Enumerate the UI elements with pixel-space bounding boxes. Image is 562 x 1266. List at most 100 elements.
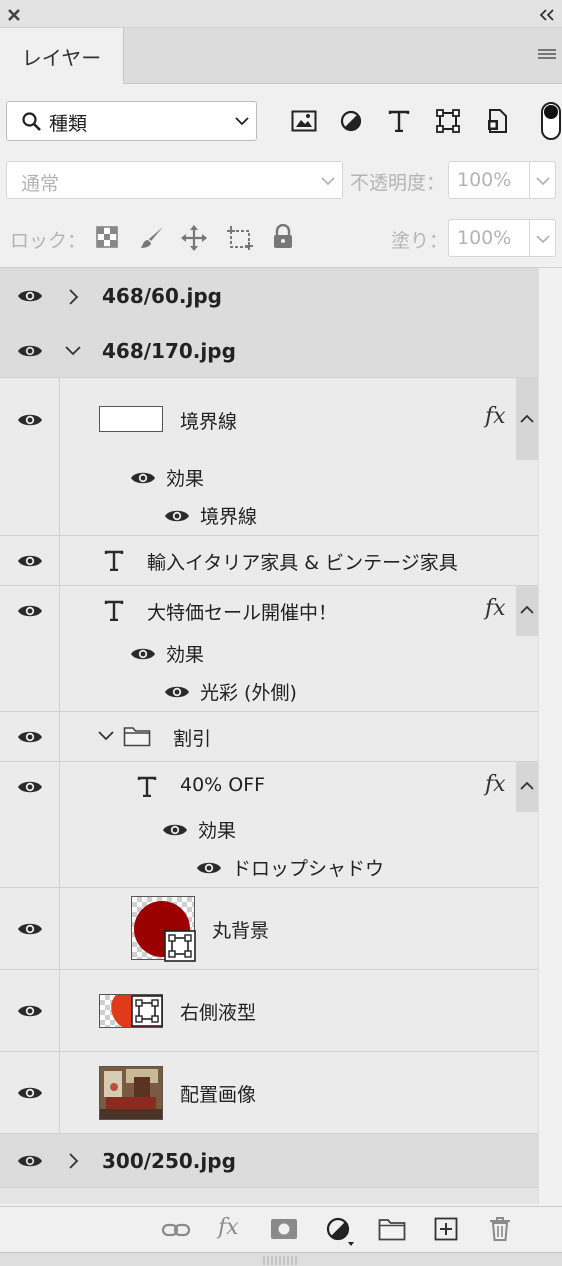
layer-name: 300/250.jpg	[102, 1149, 236, 1173]
filter-toggle-switch[interactable]	[541, 102, 561, 140]
divider	[529, 220, 530, 256]
chevron-down-icon[interactable]	[536, 234, 550, 244]
layer-row[interactable]: 40% OFF fx 効果 ドロップシャドウ	[0, 762, 538, 888]
visibility-column	[0, 378, 60, 535]
add-mask-icon[interactable]	[270, 1218, 298, 1240]
effects-toggle[interactable]	[516, 378, 538, 460]
eye-icon[interactable]	[17, 1003, 43, 1019]
blend-mode-select[interactable]: 通常	[6, 161, 343, 199]
collapse-icon[interactable]	[538, 8, 556, 22]
pixel-layer-filter-icon[interactable]	[291, 110, 317, 132]
layer-row[interactable]: 丸背景	[0, 888, 538, 970]
eye-icon[interactable]	[17, 1085, 43, 1101]
close-icon[interactable]	[7, 8, 21, 22]
layer-folder-row[interactable]: 割引	[0, 712, 538, 762]
eye-icon[interactable]	[196, 860, 222, 876]
lock-label: ロック：	[10, 230, 87, 252]
layer-name: 丸背景	[212, 920, 270, 942]
effects-label: 効果	[166, 644, 205, 666]
chevron-right-icon[interactable]	[67, 288, 79, 306]
eye-icon[interactable]	[17, 729, 43, 745]
eye-icon[interactable]	[17, 412, 43, 428]
effect-name: ドロップシャドウ	[232, 858, 385, 880]
chevron-up-icon	[520, 605, 534, 614]
eye-icon[interactable]	[17, 553, 43, 569]
layer-name: 40% OFF	[180, 774, 266, 796]
effects-toggle[interactable]	[516, 586, 538, 636]
bottom-toolbar: fx	[0, 1206, 562, 1252]
fill-value: 100%	[457, 227, 512, 249]
chevron-down-icon	[235, 117, 249, 126]
layer-group-row[interactable]: 468/170.jpg	[0, 323, 538, 378]
eye-icon[interactable]	[17, 921, 43, 937]
eye-icon[interactable]	[17, 288, 43, 304]
layer-name: 468/60.jpg	[102, 284, 222, 308]
chevron-down-icon[interactable]	[97, 730, 115, 742]
lock-artboard-icon[interactable]	[226, 225, 254, 251]
layer-row[interactable]: 配置画像	[0, 1052, 538, 1134]
eye-icon[interactable]	[17, 603, 43, 619]
list-footer-space	[0, 1188, 538, 1204]
chevron-down-icon[interactable]	[536, 176, 550, 186]
eye-icon[interactable]	[164, 508, 190, 524]
furniture-photo	[100, 1067, 162, 1119]
shape-layer-filter-icon[interactable]	[436, 109, 460, 133]
opacity-label: 不透明度：	[350, 172, 446, 194]
chevron-down-icon[interactable]	[64, 345, 82, 357]
eye-icon[interactable]	[162, 822, 188, 838]
chevron-right-icon[interactable]	[67, 1152, 79, 1170]
layer-row[interactable]: 大特価セール開催中！ fx 効果 光彩 (外側)	[0, 586, 538, 712]
filter-kind-select[interactable]: 種類	[6, 101, 257, 141]
layer-group-row[interactable]: 468/60.jpg	[0, 268, 538, 323]
resize-grip[interactable]	[0, 1252, 562, 1266]
layer-name: 輸入イタリア家具 & ビンテージ家具	[147, 552, 458, 574]
scrollbar[interactable]	[538, 268, 562, 1204]
fill-label: 塗り：	[391, 230, 449, 252]
new-layer-icon[interactable]	[434, 1217, 458, 1241]
link-layers-icon[interactable]	[161, 1220, 191, 1240]
eye-icon[interactable]	[17, 779, 43, 795]
delete-layer-icon[interactable]	[489, 1216, 511, 1242]
layer-name: 割引	[173, 728, 212, 750]
eye-icon[interactable]	[17, 1153, 43, 1169]
type-layer-icon	[137, 776, 157, 797]
panel-menu-icon[interactable]	[537, 48, 557, 62]
layer-row[interactable]: 右側液型	[0, 970, 538, 1052]
layer-name: 大特価セール開催中！	[147, 602, 338, 624]
opacity-field[interactable]: 100%	[448, 161, 556, 199]
tab-bar: レイヤー	[0, 28, 562, 84]
layer-group-row[interactable]: 300/250.jpg	[0, 1134, 538, 1188]
effect-name: 境界線	[200, 506, 258, 528]
blend-mode-value: 通常	[21, 173, 60, 195]
adjustment-layer-filter-icon[interactable]	[340, 110, 362, 132]
smart-object-filter-icon[interactable]	[486, 108, 508, 134]
lock-transparent-pixels-icon[interactable]	[96, 226, 118, 248]
type-layer-filter-icon[interactable]	[388, 110, 410, 132]
fx-icon: fx	[485, 404, 506, 429]
eye-icon[interactable]	[130, 470, 156, 486]
eye-icon[interactable]	[130, 646, 156, 662]
tab-layers[interactable]: レイヤー	[0, 28, 124, 84]
image-thumbnail	[99, 1066, 163, 1120]
lock-all-icon[interactable]	[272, 224, 294, 250]
effects-label: 効果	[198, 820, 237, 842]
layer-name: 右側液型	[180, 1002, 257, 1024]
chevron-down-icon	[321, 177, 335, 186]
layer-row[interactable]: 輸入イタリア家具 & ビンテージ家具	[0, 536, 538, 586]
effects-label: 効果	[166, 468, 205, 490]
add-layer-style-icon[interactable]: fx	[218, 1215, 239, 1240]
lock-position-icon[interactable]	[180, 224, 208, 252]
vector-shape-icon	[164, 930, 196, 962]
lock-image-pixels-icon[interactable]	[139, 225, 165, 251]
new-group-icon[interactable]	[378, 1217, 406, 1241]
fill-field[interactable]: 100%	[448, 219, 556, 257]
toggle-knob	[544, 105, 558, 119]
eye-icon[interactable]	[17, 343, 43, 359]
fx-icon: fx	[485, 772, 506, 797]
layer-row[interactable]: 境界線 fx 効果 境界線	[0, 378, 538, 536]
effect-name: 光彩 (外側)	[200, 682, 297, 704]
eye-icon[interactable]	[164, 684, 190, 700]
new-adjustment-layer-icon[interactable]	[326, 1217, 358, 1247]
effects-toggle[interactable]	[516, 762, 538, 812]
grip-lines	[263, 1256, 297, 1265]
